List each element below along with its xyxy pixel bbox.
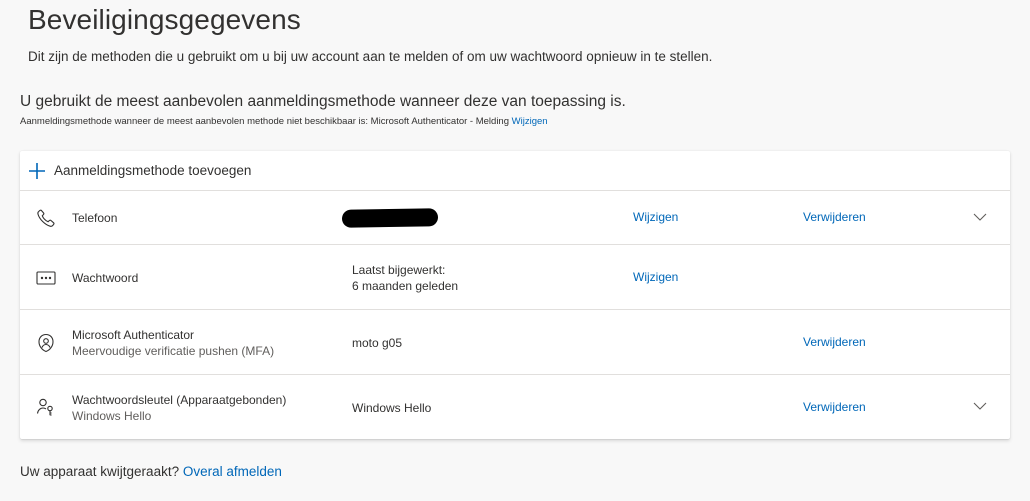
method-subtitle: Meervoudige verificatie pushen (MFA) <box>72 344 275 358</box>
authenticator-icon <box>38 333 54 353</box>
method-row-passkey: Wachtwoordsleutel (Apparaatgebonden) Win… <box>20 375 1010 439</box>
default-method-heading: U gebruikt de meest aanbevolen aanmeldin… <box>20 93 626 110</box>
change-default-method-link[interactable]: Wijzigen <box>512 116 548 127</box>
passkey-icon <box>36 398 53 416</box>
lost-device-section: Uw apparaat kwijtgeraakt? Overal afmelde… <box>20 464 282 479</box>
plus-icon <box>29 162 45 179</box>
method-row-authenticator: Microsoft Authenticator Meervoudige veri… <box>20 310 1010 375</box>
authenticator-name-block: Microsoft Authenticator Meervoudige veri… <box>72 327 274 359</box>
page-description: Dit zijn de methoden die u gebruikt om u… <box>28 49 713 64</box>
remove-authenticator-link[interactable]: Verwijderen <box>803 335 866 349</box>
password-last-updated: Laatst bijgewerkt: 6 maanden geleden <box>352 262 458 294</box>
lost-device-question: Uw apparaat kwijtgeraakt? <box>20 464 180 479</box>
chevron-down-icon[interactable] <box>972 398 988 414</box>
default-method-note: Aanmeldingsmethode wanneer de meest aanb… <box>20 116 548 127</box>
method-name: Wachtwoordsleutel (Apparaatgebonden) <box>72 393 287 407</box>
last-updated-label: Laatst bijgewerkt: <box>352 263 446 277</box>
remove-passkey-link[interactable]: Verwijderen <box>803 400 866 414</box>
chevron-down-icon[interactable] <box>972 209 988 225</box>
authenticator-device: moto g05 <box>352 336 403 350</box>
sign-out-everywhere-link[interactable]: Overal afmelden <box>183 464 282 479</box>
method-name: Wachtwoord <box>72 271 139 285</box>
methods-card: Aanmeldingsmethode toevoegen Telefoon Wi… <box>20 151 1010 439</box>
method-row-phone: Telefoon Wijzigen Verwijderen <box>20 191 1010 245</box>
phone-icon <box>37 209 55 227</box>
method-row-password: Wachtwoord Laatst bijgewerkt: 6 maanden … <box>20 245 1010 310</box>
add-method-button[interactable]: Aanmeldingsmethode toevoegen <box>20 151 1010 191</box>
page-title: Beveiligingsgegevens <box>28 4 301 35</box>
method-name: Microsoft Authenticator <box>72 328 195 342</box>
method-subtitle: Windows Hello <box>72 409 152 423</box>
remove-phone-link[interactable]: Verwijderen <box>803 210 866 224</box>
passkey-provider: Windows Hello <box>352 401 432 415</box>
password-icon <box>36 271 56 285</box>
add-method-label: Aanmeldingsmethode toevoegen <box>54 163 252 178</box>
passkey-name-block: Wachtwoordsleutel (Apparaatgebonden) Win… <box>72 392 286 424</box>
edit-password-link[interactable]: Wijzigen <box>633 270 678 284</box>
last-updated-value: 6 maanden geleden <box>352 279 459 293</box>
redacted-phone-number <box>341 208 439 228</box>
method-name: Telefoon <box>72 211 118 225</box>
edit-phone-link[interactable]: Wijzigen <box>633 210 678 224</box>
default-method-note-text: Aanmeldingsmethode wanneer de meest aanb… <box>20 116 510 127</box>
